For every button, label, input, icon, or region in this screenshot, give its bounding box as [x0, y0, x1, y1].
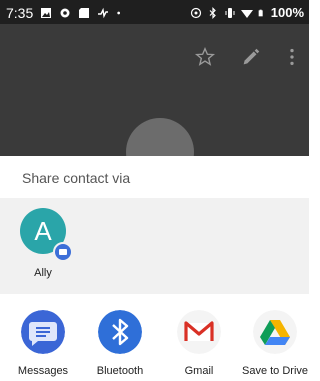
bluetooth-icon — [98, 310, 142, 354]
image-icon — [41, 8, 52, 18]
direct-share-row: A Ally — [0, 198, 309, 294]
app-label: Gmail — [184, 365, 214, 377]
gmail-icon — [177, 310, 221, 354]
battery-percentage: 100% — [270, 5, 304, 20]
share-sheet: Share contact via A Ally Messages Blueto… — [0, 156, 309, 381]
app-label: Messages — [17, 365, 69, 377]
avatar-initial: A — [34, 215, 52, 246]
edit-icon[interactable] — [240, 46, 262, 68]
status-time: 7:35 — [6, 5, 34, 21]
flash-icon — [98, 7, 109, 19]
hotspot-icon — [190, 7, 201, 18]
settings-icon — [60, 8, 70, 18]
status-right: 100% — [190, 5, 304, 20]
more-options-icon[interactable] — [281, 46, 303, 68]
wifi-icon — [240, 9, 253, 18]
sd-card-icon — [79, 8, 90, 18]
bluetooth-status-icon — [209, 6, 216, 19]
drive-icon — [253, 310, 297, 354]
direct-share-label: Ally — [34, 267, 52, 279]
status-left: 7:35 — [6, 5, 124, 21]
messages-badge-icon — [53, 242, 73, 262]
vibrate-icon — [225, 7, 235, 18]
apps-row: Messages Bluetooth Gmail Save to Drive — [0, 306, 309, 380]
status-bar: 7:35 100% — [0, 0, 309, 24]
sheet-title: Share contact via — [22, 170, 131, 186]
battery-icon — [258, 9, 263, 16]
app-label: Save to Drive — [241, 365, 309, 377]
messages-icon — [21, 310, 65, 354]
app-label: Bluetooth — [96, 365, 144, 377]
dot-icon — [117, 11, 121, 15]
star-icon[interactable] — [194, 46, 216, 68]
